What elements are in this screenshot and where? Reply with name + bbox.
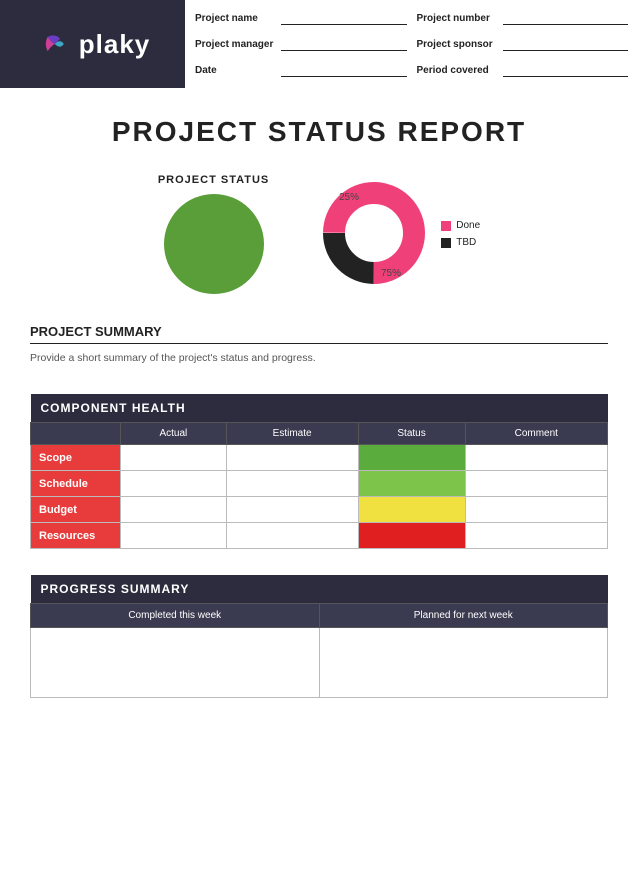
table-row: Resources [31,523,608,549]
col-header-estimate: Estimate [226,423,358,445]
date-field: Date [195,58,407,82]
col-header-actual: Actual [121,423,227,445]
project-name-input[interactable] [281,11,407,25]
tbd-label: TBD [456,237,476,248]
project-manager-input[interactable] [281,37,407,51]
planned-next-week-cell[interactable] [319,628,608,698]
project-number-field: Project number [417,6,629,30]
table-row: Schedule [31,471,608,497]
resources-status [358,523,465,549]
schedule-actual[interactable] [121,471,227,497]
project-number-label: Project number [417,13,497,24]
summary-section: PROJECT SUMMARY Provide a short summary … [0,314,638,376]
schedule-label: Schedule [31,471,121,497]
project-sponsor-field: Project sponsor [417,32,629,56]
project-manager-label: Project manager [195,39,275,50]
main-title: PROJECT STATUS REPORT [20,116,618,148]
scope-comment[interactable] [465,445,607,471]
project-sponsor-input[interactable] [503,37,629,51]
col-header-comment: Comment [465,423,607,445]
title-section: PROJECT STATUS REPORT [0,88,638,164]
scope-label: Scope [31,445,121,471]
scope-actual[interactable] [121,445,227,471]
donut-chart-container: 25% 75% [319,178,429,291]
progress-summary-section: PROGRESS SUMMARY Completed this week Pla… [0,559,638,718]
done-dot [441,221,451,231]
planned-next-week-header: Planned for next week [319,604,608,628]
progress-col-headers: Completed this week Planned for next wee… [31,604,608,628]
schedule-status [358,471,465,497]
resources-comment[interactable] [465,523,607,549]
project-name-label: Project name [195,13,275,24]
component-table: COMPONENT HEALTH Actual Estimate Status … [30,394,608,549]
svg-text:25%: 25% [339,192,359,203]
resources-estimate[interactable] [226,523,358,549]
progress-table: PROGRESS SUMMARY Completed this week Pla… [30,575,608,698]
resources-actual[interactable] [121,523,227,549]
project-manager-field: Project manager [195,32,407,56]
period-covered-input[interactable] [503,63,629,77]
budget-label: Budget [31,497,121,523]
page-header: plaky Project name Project number Projec… [0,0,638,88]
project-sponsor-label: Project sponsor [417,39,497,50]
status-label: PROJECT STATUS [158,174,269,186]
donut-area: 25% 75% Done TBD [319,178,480,291]
period-covered-field: Period covered [417,58,629,82]
project-number-input[interactable] [503,11,629,25]
col-header-status: Status [358,423,465,445]
logo-area: plaky [0,0,185,88]
component-col-headers: Actual Estimate Status Comment [31,423,608,445]
project-name-field: Project name [195,6,407,30]
table-row: Budget [31,497,608,523]
component-header: COMPONENT HEALTH [31,394,608,423]
completed-week-header: Completed this week [31,604,320,628]
tbd-dot [441,238,451,248]
status-left: PROJECT STATUS [158,174,269,294]
donut-legend: Done TBD [441,220,480,248]
date-input[interactable] [281,63,407,77]
budget-status [358,497,465,523]
schedule-comment[interactable] [465,471,607,497]
budget-comment[interactable] [465,497,607,523]
logo-icon [35,26,71,62]
status-section: PROJECT STATUS 25% 75% Done [0,164,638,314]
progress-data-row [31,628,608,698]
svg-text:75%: 75% [381,268,401,279]
scope-estimate[interactable] [226,445,358,471]
table-row: Scope [31,445,608,471]
header-fields: Project name Project number Project mana… [185,0,638,88]
resources-label: Resources [31,523,121,549]
component-health-section: COMPONENT HEALTH Actual Estimate Status … [0,376,638,559]
status-green-circle [164,194,264,294]
scope-status [358,445,465,471]
budget-estimate[interactable] [226,497,358,523]
summary-text: Provide a short summary of the project's… [30,350,608,366]
schedule-estimate[interactable] [226,471,358,497]
legend-done: Done [441,220,480,231]
done-label: Done [456,220,480,231]
donut-chart: 25% 75% [319,178,429,288]
summary-title: PROJECT SUMMARY [30,324,608,344]
date-label: Date [195,65,275,76]
period-covered-label: Period covered [417,65,497,76]
completed-week-cell[interactable] [31,628,320,698]
col-header-label [31,423,121,445]
legend-tbd: TBD [441,237,480,248]
progress-header: PROGRESS SUMMARY [31,575,608,604]
logo-text: plaky [79,29,151,60]
budget-actual[interactable] [121,497,227,523]
logo: plaky [35,26,151,62]
